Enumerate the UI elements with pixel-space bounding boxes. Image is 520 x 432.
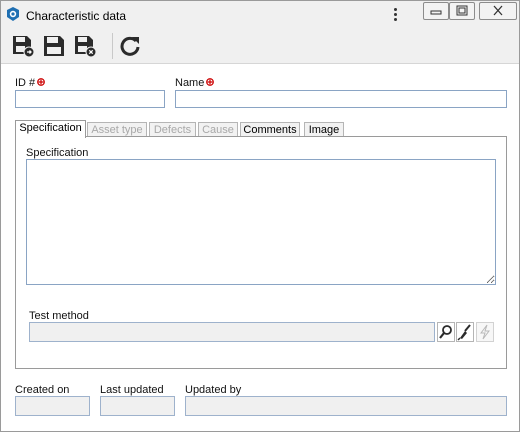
toolbar (1, 29, 519, 64)
minimize-icon (430, 10, 442, 15)
id-label: ID # (15, 77, 46, 89)
maximize-icon (456, 5, 468, 16)
required-icon (37, 78, 46, 86)
tab-comments[interactable]: Comments (240, 122, 300, 137)
created-on-field (15, 396, 90, 416)
refresh-icon (120, 36, 140, 56)
id-input[interactable] (15, 90, 165, 108)
tab-cause[interactable]: Cause (198, 122, 238, 137)
specification-textarea[interactable] (26, 159, 496, 285)
maximize-button[interactable] (449, 2, 475, 20)
tab-image[interactable]: Image (304, 122, 344, 137)
toolbar-separator (112, 33, 113, 59)
lightning-icon (476, 322, 494, 342)
name-label: Name (175, 77, 215, 89)
title-bar[interactable]: Characteristic data (1, 1, 519, 29)
updated-by-field (185, 396, 507, 416)
more-options-icon[interactable] (389, 6, 401, 24)
refresh-button[interactable] (118, 34, 142, 58)
test-method-label: Test method (29, 310, 89, 322)
close-icon (493, 5, 503, 16)
search-test-method-button[interactable] (437, 322, 455, 342)
save-and-new-button[interactable] (11, 34, 35, 58)
window-controls (423, 2, 517, 20)
tab-defects[interactable]: Defects (149, 122, 196, 137)
save-button[interactable] (42, 34, 66, 58)
clear-test-method-button[interactable] (456, 322, 474, 342)
tab-asset-type[interactable]: Asset type (87, 122, 147, 137)
specification-panel: Specification Test method (15, 136, 507, 369)
name-input[interactable] (175, 90, 507, 108)
specification-label: Specification (26, 147, 89, 159)
last-updated-label: Last updated (100, 384, 164, 396)
app-logo-icon (7, 7, 19, 21)
window-title: Characteristic data (26, 9, 127, 23)
save-close-icon (75, 36, 97, 58)
tab-specification[interactable]: Specification (15, 120, 86, 138)
search-icon (437, 322, 455, 342)
test-method-input[interactable] (29, 322, 435, 342)
created-on-label: Created on (15, 384, 70, 396)
form-area: ID # Name Specification Asset type Defec… (1, 64, 519, 431)
close-button[interactable] (479, 2, 517, 20)
save-icon (44, 36, 64, 56)
eraser-brush-icon (456, 322, 474, 342)
characteristic-data-window: Characteristic data ID # Name Specificat… (0, 0, 520, 432)
last-updated-field (100, 396, 175, 416)
required-icon (206, 78, 215, 86)
minimize-button[interactable] (423, 2, 449, 20)
updated-by-label: Updated by (185, 384, 242, 396)
test-method-action-button[interactable] (476, 322, 494, 342)
save-and-close-button[interactable] (73, 34, 97, 58)
save-new-icon (13, 36, 35, 58)
